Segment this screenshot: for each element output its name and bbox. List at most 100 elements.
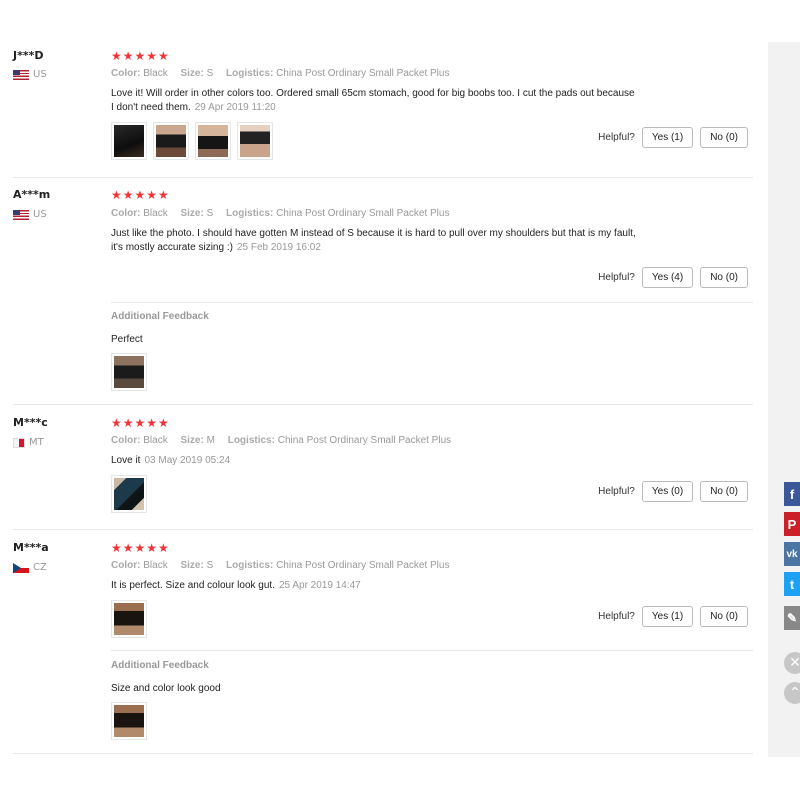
reviewer-country: MT [13,437,44,448]
helpful-label: Helpful? [598,272,635,283]
helpful-vote: Helpful? Yes (0) No (0) [598,481,748,502]
review-photo[interactable] [111,475,147,513]
review-content: ★★★★★ Color: Black Size: S Logistics: Ch… [111,45,751,178]
size-label: Size: [180,68,204,79]
country-code: US [33,209,47,220]
mt-flag-icon [13,437,25,448]
logistics-label: Logistics: [227,435,275,446]
review-text-line: Just like the photo. I should have gotte… [111,228,636,239]
order-info: Color: Black Size: S Logistics: China Po… [111,560,449,571]
color-value: Black [143,435,168,446]
country-code: US [33,69,47,80]
reviewer-country: US [13,69,47,80]
review-content: ★★★★★ Color: Black Size: M Logistics: Ch… [111,405,751,530]
right-side-panel [768,42,800,757]
color-label: Color: [111,208,141,219]
helpful-no-button[interactable]: No (0) [700,606,748,627]
size-label: Size: [180,560,204,571]
reviewer-name: A***m [13,188,51,201]
helpful-yes-button[interactable]: Yes (1) [641,606,694,627]
review-text: It is perfect. Size and colour look gut.… [111,579,361,593]
review-date: 25 Apr 2019 14:47 [278,580,361,591]
facebook-share-icon[interactable]: f [784,482,800,506]
logistics-label: Logistics: [226,68,274,79]
size-value: S [206,560,214,571]
order-info: Color: Black Size: M Logistics: China Po… [111,435,451,446]
twitter-share-icon[interactable]: t [784,572,800,596]
edit-icon[interactable]: ✎ [784,606,800,630]
review-photo[interactable] [111,122,147,160]
logistics-value: China Post Ordinary Small Packet Plus [276,208,450,219]
review-text: Love it! Will order in other colors too.… [111,87,635,115]
review-date: 03 May 2019 05:24 [144,455,231,466]
helpful-yes-button[interactable]: Yes (0) [641,481,694,502]
logistics-label: Logistics: [226,208,274,219]
review-text: Love it 03 May 2019 05:24 [111,454,230,468]
pinterest-share-icon[interactable]: P [784,512,800,536]
helpful-no-button[interactable]: No (0) [700,267,748,288]
order-info: Color: Black Size: S Logistics: China Po… [111,68,449,79]
review-date: 29 Apr 2019 11:20 [194,102,276,113]
star-rating: ★★★★★ [111,188,170,202]
review-text-line: It is perfect. Size and colour look gut. [111,580,275,591]
review-photos [111,600,147,638]
review-item: J***D US ★★★★★ Color: Black Size: S Logi… [13,45,753,178]
star-rating: ★★★★★ [111,541,170,555]
scroll-up-icon[interactable]: ⌃ [784,682,800,704]
us-flag-icon [13,69,29,80]
color-label: Color: [111,560,141,571]
additional-photos [111,353,147,391]
helpful-label: Helpful? [598,486,635,497]
review-content: ★★★★★ Color: Black Size: S Logistics: Ch… [111,530,753,754]
size-value: S [206,208,214,219]
logistics-label: Logistics: [226,560,274,571]
additional-photos [111,702,147,740]
color-label: Color: [111,68,141,79]
helpful-label: Helpful? [598,132,635,143]
review-photo[interactable] [195,122,231,160]
color-value: Black [143,208,168,219]
review-text-line: Love it! Will order in other colors too.… [111,88,635,99]
reviewer-country: US [13,209,47,220]
review-item: M***c MT ★★★★★ Color: Black Size: M Logi… [13,405,753,530]
reviewer-country: CZ [13,562,47,573]
review-date: 25 Feb 2019 16:02 [236,242,321,253]
helpful-yes-button[interactable]: Yes (1) [641,127,694,148]
helpful-vote: Helpful? Yes (4) No (0) [598,267,748,288]
close-icon[interactable]: ✕ [784,652,800,674]
helpful-vote: Helpful? Yes (1) No (0) [598,606,748,627]
review-photo[interactable] [153,122,189,160]
size-label: Size: [180,435,204,446]
size-value: S [206,68,214,79]
logistics-value: China Post Ordinary Small Packet Plus [276,560,450,571]
divider [111,302,753,303]
review-item: A***m US ★★★★★ Color: Black Size: S Logi… [13,178,753,405]
helpful-label: Helpful? [598,611,635,622]
review-photo[interactable] [111,600,147,638]
helpful-no-button[interactable]: No (0) [700,481,748,502]
star-rating: ★★★★★ [111,416,170,430]
order-info: Color: Black Size: S Logistics: China Po… [111,208,449,219]
review-text-line: it's mostly accurate sizing :) [111,242,233,253]
vk-share-icon[interactable]: vk [784,542,800,566]
review-text: Just like the photo. I should have gotte… [111,227,636,255]
color-label: Color: [111,435,141,446]
review-content: ★★★★★ Color: Black Size: S Logistics: Ch… [111,178,753,405]
us-flag-icon [13,209,29,220]
star-rating: ★★★★★ [111,49,170,63]
review-photo[interactable] [237,122,273,160]
additional-feedback-text: Perfect [111,334,143,345]
reviewer-name: M***a [13,541,49,554]
helpful-yes-button[interactable]: Yes (4) [641,267,694,288]
review-text-line: Love it [111,455,141,466]
size-label: Size: [180,208,204,219]
color-value: Black [143,560,168,571]
review-photos [111,122,273,160]
color-value: Black [143,68,168,79]
helpful-no-button[interactable]: No (0) [700,127,748,148]
review-photo[interactable] [111,353,147,391]
review-item: M***a CZ ★★★★★ Color: Black Size: S Logi… [13,530,753,754]
logistics-value: China Post Ordinary Small Packet Plus [276,68,450,79]
review-photo[interactable] [111,702,147,740]
country-code: MT [29,437,44,448]
